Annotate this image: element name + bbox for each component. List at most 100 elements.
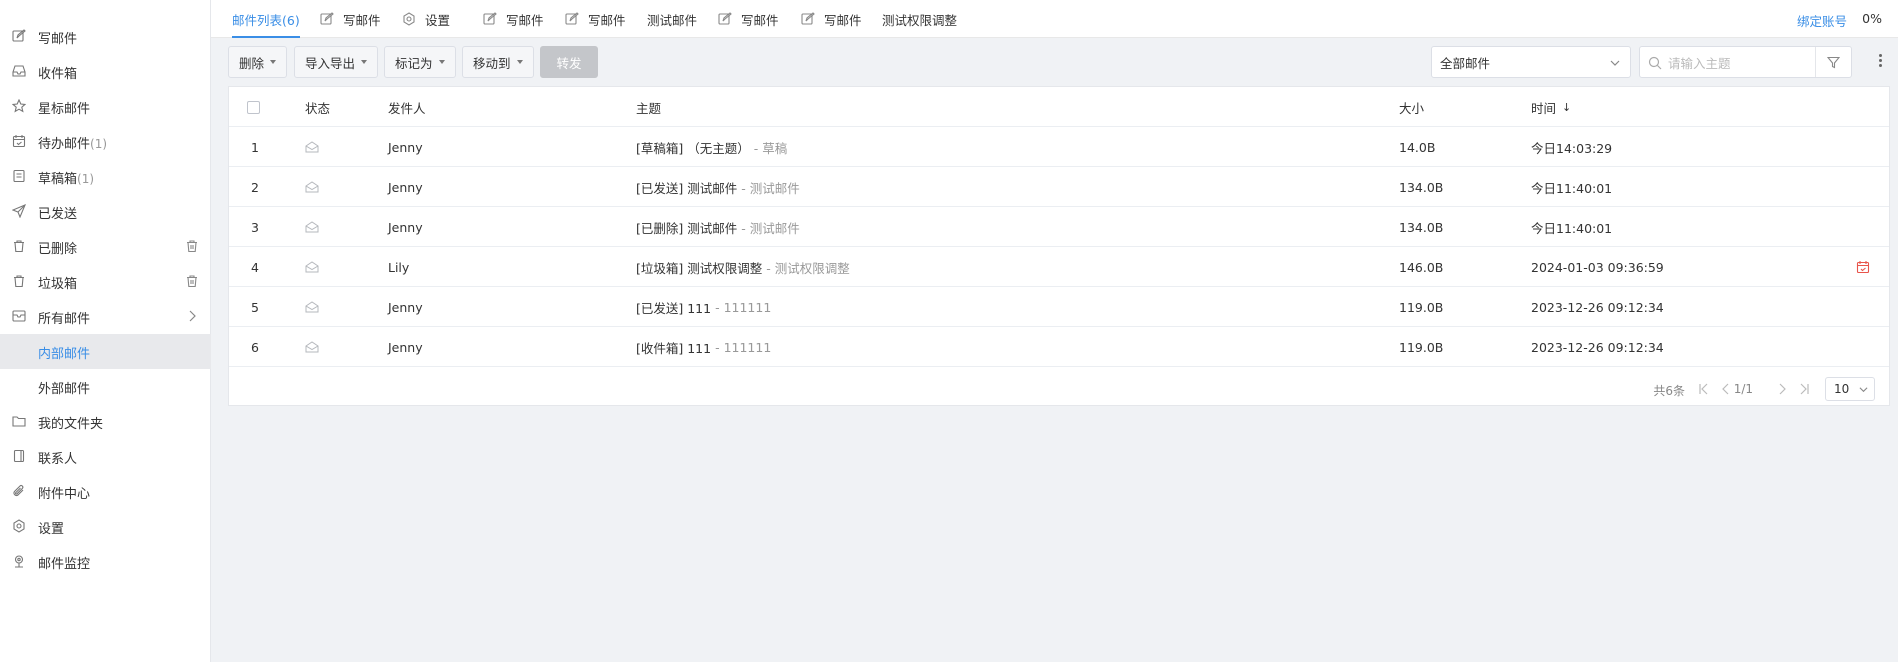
prev-page-icon[interactable]: [1719, 382, 1733, 396]
sidebar-item-starred[interactable]: 星标邮件: [0, 89, 211, 124]
mark-as-dropdown-button[interactable]: 标记为: [384, 46, 456, 78]
tab-compose[interactable]: 写邮件: [801, 0, 862, 38]
empty-trash-icon[interactable]: [185, 239, 199, 253]
bind-account-link[interactable]: 绑定账号: [1797, 11, 1847, 30]
envelope-icon: [305, 141, 319, 153]
row-index: 6: [251, 339, 259, 355]
chevron-down-icon: [1859, 387, 1868, 393]
page-size-select[interactable]: 10: [1825, 377, 1875, 401]
chevron-down-icon: [1610, 60, 1620, 66]
sidebar-item-deleted[interactable]: 已删除: [0, 229, 211, 264]
inbox-icon: [12, 65, 26, 77]
envelope-icon: [305, 261, 319, 273]
dot-icon: [1878, 64, 1882, 67]
move-to-dropdown-button[interactable]: 移动到: [462, 46, 534, 78]
tab-compose[interactable]: 写邮件: [718, 0, 779, 38]
compose-icon: [565, 12, 579, 25]
send-icon: [12, 204, 26, 218]
filter-button[interactable]: [1815, 47, 1851, 77]
mail-filter-select[interactable]: 全部邮件: [1431, 46, 1631, 78]
tab-test-permissions[interactable]: 测试权限调整: [882, 0, 957, 38]
table-row[interactable]: 2 Jenny [已发送] 测试邮件 - 测试邮件 134.0B 今日11:40:…: [229, 167, 1889, 207]
subject-cell[interactable]: [垃圾箱] 测试权限调整 - 测试权限调整: [636, 247, 850, 287]
sidebar-item-label: 我的文件夹: [38, 417, 104, 432]
sidebar-item-my-folders[interactable]: 我的文件夹: [0, 404, 211, 439]
tab-compose[interactable]: 写邮件: [320, 0, 381, 38]
sidebar-item-drafts[interactable]: 草稿箱(1): [0, 159, 211, 194]
table-row[interactable]: 4 Lily [垃圾箱] 测试权限调整 - 测试权限调整 146.0B 2024-…: [229, 247, 1889, 287]
row-index: 1: [251, 139, 259, 155]
mail-table: 状态 发件人 主题 大小 时间 ↓ 1 Jenny [草稿箱] （无主题） - 草稿…: [228, 86, 1890, 406]
status-cell: [305, 247, 319, 287]
sidebar-item-inbox[interactable]: 收件箱: [0, 54, 211, 89]
subject-cell[interactable]: [已发送] 111- 111111: [636, 287, 771, 327]
sidebar-item-settings[interactable]: 设置: [0, 509, 211, 544]
button-label: 导入导出: [305, 55, 356, 71]
sidebar-item-label: 设置: [38, 522, 65, 537]
tab-label: 写邮件: [741, 12, 779, 28]
row-index: 2: [251, 179, 259, 195]
tab-test-mail[interactable]: 测试邮件: [647, 0, 697, 38]
more-options-button[interactable]: [1876, 54, 1884, 70]
tab-compose[interactable]: 写邮件: [565, 0, 626, 38]
tab-label: 测试权限调整: [882, 12, 958, 28]
sidebar-item-mail-monitor[interactable]: 邮件监控: [0, 544, 211, 579]
last-page-icon[interactable]: [1797, 382, 1811, 396]
sidebar-item-sent[interactable]: 已发送: [0, 194, 211, 229]
empty-trash-icon[interactable]: [185, 274, 199, 288]
sidebar-item-label: 联系人: [38, 452, 78, 467]
row-index: 5: [251, 299, 259, 315]
select-all-checkbox[interactable]: [247, 100, 260, 114]
subject-preview: - 测试权限调整: [766, 260, 850, 276]
column-header-time[interactable]: 时间 ↓: [1531, 87, 1571, 127]
tab-mail-list[interactable]: 邮件列表(6): [232, 0, 300, 38]
select-value: 全部邮件: [1440, 55, 1491, 71]
sidebar-item-label: 外部邮件: [38, 382, 91, 397]
column-header-sender[interactable]: 发件人: [388, 87, 426, 127]
tab-compose[interactable]: 写邮件: [483, 0, 544, 38]
select-all-cell: [247, 87, 260, 127]
column-header-size[interactable]: 大小: [1399, 87, 1424, 127]
envelope-icon: [305, 301, 319, 313]
sidebar-item-label: 写邮件: [38, 32, 78, 47]
status-cell: [305, 287, 319, 327]
trash-icon: [14, 240, 24, 253]
subject-cell[interactable]: [草稿箱] （无主题） - 草稿: [636, 127, 787, 167]
sidebar-item-internal-mail[interactable]: 内部邮件: [0, 334, 211, 369]
table-row[interactable]: 1 Jenny [草稿箱] （无主题） - 草稿 14.0B 今日14:03:29: [229, 127, 1889, 167]
sidebar-item-junk[interactable]: 垃圾箱: [0, 264, 211, 299]
column-header-status[interactable]: 状态: [305, 87, 330, 127]
tab-settings[interactable]: 设置: [402, 0, 450, 38]
time-cell: 2023-12-26 09:12:34: [1531, 299, 1664, 315]
next-page-icon[interactable]: [1775, 382, 1789, 396]
sidebar-item-attachments[interactable]: 附件中心: [0, 474, 211, 509]
subject-preview: - 草稿: [753, 140, 788, 156]
total-count: 共6条: [1653, 384, 1685, 398]
sidebar-item-compose[interactable]: 写邮件: [0, 19, 211, 54]
time-cell: 2024-01-03 09:36:59: [1531, 259, 1664, 275]
forward-button[interactable]: 转发: [540, 46, 598, 78]
table-row[interactable]: 5 Jenny [已发送] 111- 111111 119.0B 2023-12…: [229, 287, 1889, 327]
paperclip-icon: [13, 485, 24, 497]
import-export-dropdown-button[interactable]: 导入导出: [294, 46, 379, 78]
sidebar-item-all-mail[interactable]: 所有邮件: [0, 299, 211, 334]
todo-calendar-icon[interactable]: [1856, 260, 1870, 274]
subject-cell[interactable]: [已发送] 测试邮件 - 测试邮件: [636, 167, 800, 207]
sidebar-item-todo[interactable]: 待办邮件(1): [0, 124, 211, 159]
table-row[interactable]: 3 Jenny [已删除] 测试邮件 - 测试邮件 134.0B 今日11:40:…: [229, 207, 1889, 247]
delete-dropdown-button[interactable]: 删除: [228, 46, 288, 78]
subject-cell[interactable]: [收件箱] 111- 111111: [636, 327, 771, 367]
table-row[interactable]: 6 Jenny [收件箱] 111- 111111 119.0B 2023-12…: [229, 327, 1889, 367]
sender-cell: Lily: [388, 259, 410, 275]
chevron-right-icon[interactable]: [185, 309, 199, 323]
column-header-subject[interactable]: 主题: [636, 87, 661, 127]
first-page-icon[interactable]: [1697, 382, 1711, 396]
subject-text: [已删除] 测试邮件: [636, 220, 738, 236]
subject-text: [已发送] 测试邮件: [636, 180, 738, 196]
page-indicator: 1/1: [1733, 382, 1753, 396]
sidebar-item-external-mail[interactable]: 外部邮件: [0, 369, 211, 404]
subject-search-input[interactable]: [1668, 53, 1813, 73]
subject-cell[interactable]: [已删除] 测试邮件 - 测试邮件: [636, 207, 800, 247]
sidebar-item-label: 垃圾箱: [38, 277, 78, 292]
sidebar-item-contacts[interactable]: 联系人: [0, 439, 211, 474]
